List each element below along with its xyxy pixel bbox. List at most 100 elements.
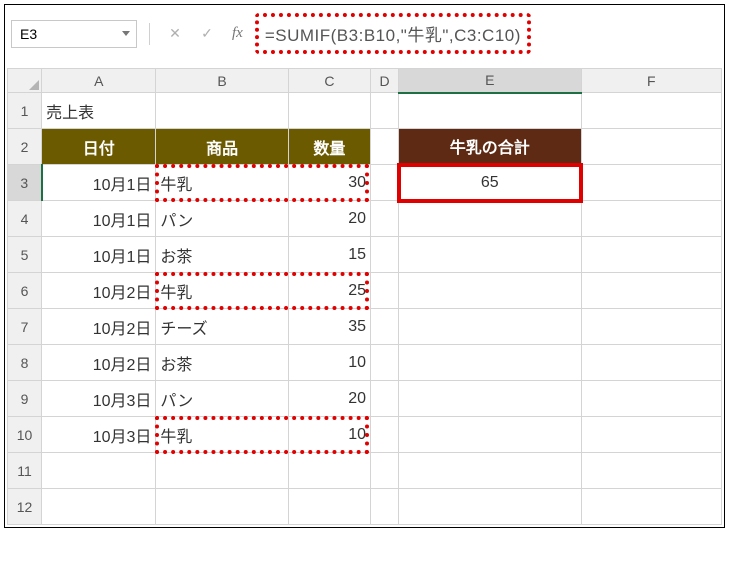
cell-A2[interactable]: 日付 <box>42 129 156 165</box>
row-header-3[interactable]: 3 <box>8 165 42 201</box>
row-header-7[interactable]: 7 <box>8 309 42 345</box>
cell-A12[interactable] <box>42 489 156 525</box>
cell-B5[interactable]: お茶 <box>156 237 288 273</box>
cell-F5[interactable] <box>581 237 721 273</box>
cell-E5[interactable] <box>399 237 582 273</box>
cell-E7[interactable] <box>399 309 582 345</box>
cell-F11[interactable] <box>581 453 721 489</box>
cell-E8[interactable] <box>399 345 582 381</box>
cell-F8[interactable] <box>581 345 721 381</box>
cell-E11[interactable] <box>399 453 582 489</box>
cell-C8[interactable]: 10 <box>288 345 370 381</box>
cell-B3[interactable]: 牛乳 <box>156 165 288 201</box>
cell-E6[interactable] <box>399 273 582 309</box>
cell-D3[interactable] <box>370 165 398 201</box>
name-box-input[interactable] <box>18 25 88 43</box>
row-header-11[interactable]: 11 <box>8 453 42 489</box>
cell-D4[interactable] <box>370 201 398 237</box>
cell-D5[interactable] <box>370 237 398 273</box>
cell-D11[interactable] <box>370 453 398 489</box>
cell-E12[interactable] <box>399 489 582 525</box>
cell-E4[interactable] <box>399 201 582 237</box>
cell-E1[interactable] <box>399 93 582 129</box>
row-header-1[interactable]: 1 <box>8 93 42 129</box>
cell-D7[interactable] <box>370 309 398 345</box>
cell-E3-active[interactable]: 65 <box>399 165 582 201</box>
cell-B1[interactable] <box>156 93 288 129</box>
cell-A10[interactable]: 10月3日 <box>42 417 156 453</box>
cell-E9[interactable] <box>399 381 582 417</box>
cell-C10[interactable]: 10 <box>288 417 370 453</box>
cell-D6[interactable] <box>370 273 398 309</box>
row-header-10[interactable]: 10 <box>8 417 42 453</box>
col-header-E[interactable]: E <box>399 69 582 93</box>
cell-A8[interactable]: 10月2日 <box>42 345 156 381</box>
cell-C4[interactable]: 20 <box>288 201 370 237</box>
cell-F1[interactable] <box>581 93 721 129</box>
cell-C7[interactable]: 35 <box>288 309 370 345</box>
cell-C3[interactable]: 30 <box>288 165 370 201</box>
cell-B12[interactable] <box>156 489 288 525</box>
spreadsheet-grid[interactable]: A B C D E F 1 売上表 2 日付 商品 数量 牛乳の合計 3 <box>7 68 722 525</box>
cell-F7[interactable] <box>581 309 721 345</box>
cell-C9[interactable]: 20 <box>288 381 370 417</box>
cell-F10[interactable] <box>581 417 721 453</box>
cell-D9[interactable] <box>370 381 398 417</box>
cell-F6[interactable] <box>581 273 721 309</box>
cell-D8[interactable] <box>370 345 398 381</box>
cell-C12[interactable] <box>288 489 370 525</box>
cell-A6[interactable]: 10月2日 <box>42 273 156 309</box>
cell-A9[interactable]: 10月3日 <box>42 381 156 417</box>
cell-F3[interactable] <box>581 165 721 201</box>
select-all-corner[interactable] <box>8 69 42 93</box>
cell-D1[interactable] <box>370 93 398 129</box>
row-header-5[interactable]: 5 <box>8 237 42 273</box>
cell-B7[interactable]: チーズ <box>156 309 288 345</box>
cell-E10[interactable] <box>399 417 582 453</box>
cell-A11[interactable] <box>42 453 156 489</box>
cell-F12[interactable] <box>581 489 721 525</box>
cell-D2[interactable] <box>370 129 398 165</box>
cell-A7[interactable]: 10月2日 <box>42 309 156 345</box>
chevron-down-icon[interactable] <box>122 31 130 36</box>
cell-F4[interactable] <box>581 201 721 237</box>
cell-B4[interactable]: パン <box>156 201 288 237</box>
row-header-6[interactable]: 6 <box>8 273 42 309</box>
cell-A5[interactable]: 10月1日 <box>42 237 156 273</box>
cell-B8[interactable]: お茶 <box>156 345 288 381</box>
cell-A3[interactable]: 10月1日 <box>42 165 156 201</box>
cell-B10[interactable]: 牛乳 <box>156 417 288 453</box>
col-header-F[interactable]: F <box>581 69 721 93</box>
cell-F2[interactable] <box>581 129 721 165</box>
cell-C1[interactable] <box>288 93 370 129</box>
cell-A4[interactable]: 10月1日 <box>42 201 156 237</box>
cell-B6[interactable]: 牛乳 <box>156 273 288 309</box>
formula-bar-area: ✕ ✓ fx =SUMIF(B3:B10,"牛乳",C3:C10) <box>7 7 722 68</box>
cell-C2[interactable]: 数量 <box>288 129 370 165</box>
cell-C6[interactable]: 25 <box>288 273 370 309</box>
fx-icon[interactable]: fx <box>232 25 243 42</box>
cell-E2[interactable]: 牛乳の合計 <box>399 129 582 165</box>
cell-D12[interactable] <box>370 489 398 525</box>
col-header-D[interactable]: D <box>370 69 398 93</box>
formula-input[interactable]: =SUMIF(B3:B10,"牛乳",C3:C10) <box>255 13 531 54</box>
cell-F9[interactable] <box>581 381 721 417</box>
cell-B2[interactable]: 商品 <box>156 129 288 165</box>
row-header-12[interactable]: 12 <box>8 489 42 525</box>
cell-C11[interactable] <box>288 453 370 489</box>
name-box[interactable] <box>11 20 137 48</box>
cell-D10[interactable] <box>370 417 398 453</box>
row-header-8[interactable]: 8 <box>8 345 42 381</box>
cell-B9[interactable]: パン <box>156 381 288 417</box>
col-header-C[interactable]: C <box>288 69 370 93</box>
cell-B11[interactable] <box>156 453 288 489</box>
cell-C5[interactable]: 15 <box>288 237 370 273</box>
col-header-A[interactable]: A <box>42 69 156 93</box>
cell-A1[interactable]: 売上表 <box>42 93 156 129</box>
cancel-icon[interactable]: ✕ <box>166 25 184 43</box>
row-header-2[interactable]: 2 <box>8 129 42 165</box>
row-header-9[interactable]: 9 <box>8 381 42 417</box>
col-header-B[interactable]: B <box>156 69 288 93</box>
row-header-4[interactable]: 4 <box>8 201 42 237</box>
confirm-icon[interactable]: ✓ <box>198 25 216 43</box>
